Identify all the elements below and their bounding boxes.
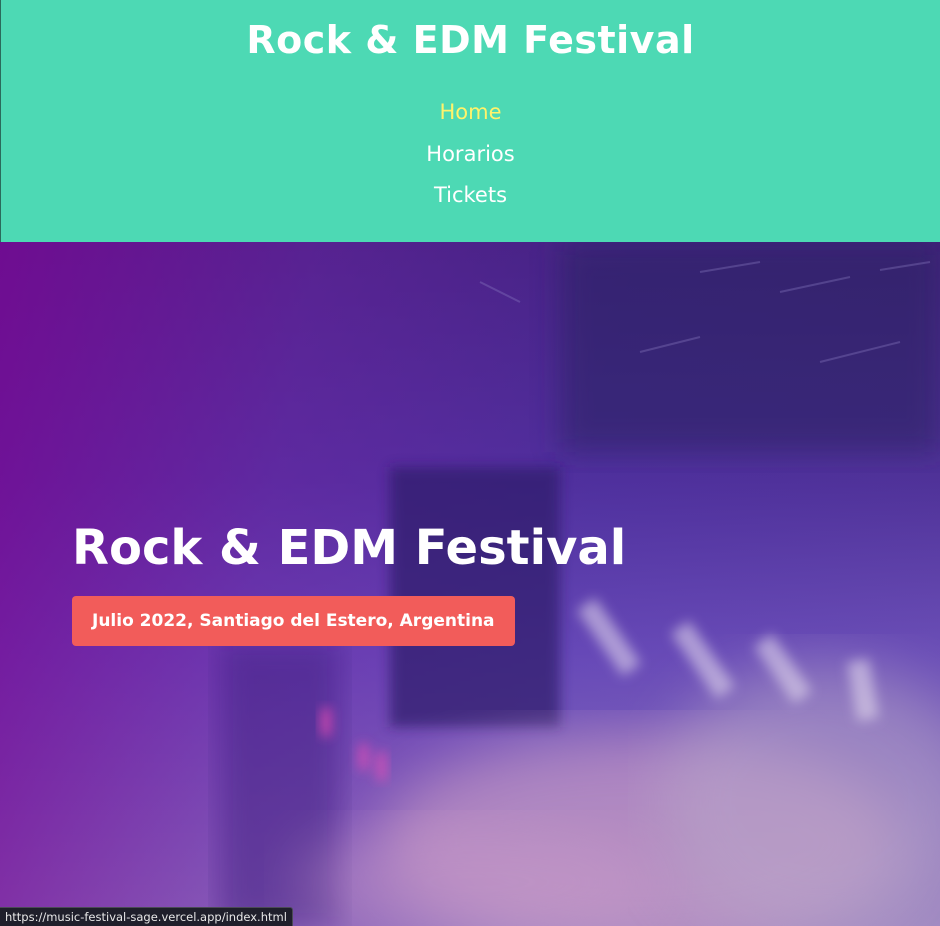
hero-title: Rock & EDM Festival bbox=[72, 520, 627, 576]
main-nav: Home Horarios Tickets bbox=[1, 92, 940, 217]
hero-section: Rock & EDM Festival Julio 2022, Santiago… bbox=[0, 242, 940, 926]
nav-link-horarios[interactable]: Horarios bbox=[426, 134, 514, 176]
nav-link-tickets[interactable]: Tickets bbox=[434, 175, 507, 217]
status-bar-url: https://music-festival-sage.vercel.app/i… bbox=[0, 907, 293, 926]
nav-link-home[interactable]: Home bbox=[439, 92, 501, 134]
event-date-location-badge: Julio 2022, Santiago del Estero, Argenti… bbox=[72, 596, 515, 646]
site-title: Rock & EDM Festival bbox=[246, 18, 695, 62]
concert-background-image bbox=[220, 242, 940, 926]
site-header: Rock & EDM Festival Home Horarios Ticket… bbox=[0, 0, 940, 242]
